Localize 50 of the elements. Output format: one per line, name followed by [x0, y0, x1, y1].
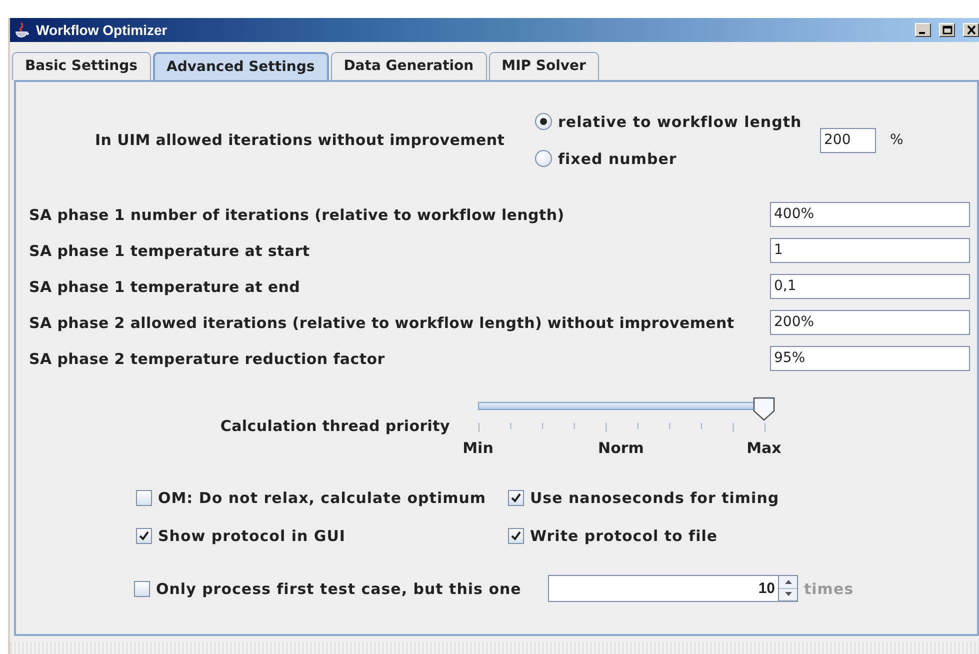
- input-field[interactable]: 95%: [770, 346, 970, 371]
- setting-label: SA phase 1 number of iterations (relative to workflow length): [29, 206, 564, 224]
- setting-label: SA phase 2 temperature reduction factor: [29, 350, 385, 368]
- tick-label: Min: [462, 439, 494, 457]
- input-field[interactable]: 200%: [770, 310, 970, 335]
- checkbox-label: Only process first test case, but this one: [156, 580, 522, 598]
- tick-label: Max: [746, 439, 782, 457]
- input-field[interactable]: 0,1: [770, 274, 970, 299]
- checkbox[interactable]: [508, 490, 524, 506]
- caret-up-icon: [784, 580, 792, 584]
- radio-label: fixed number: [558, 150, 677, 168]
- spin-down-button[interactable]: [779, 588, 797, 601]
- input-field[interactable]: 200: [820, 128, 876, 152]
- unit-label: %: [890, 132, 904, 148]
- cup-icon: [14, 22, 30, 38]
- setting-label: SA phase 1 temperature at start: [29, 242, 310, 260]
- maximize-button[interactable]: [939, 23, 955, 37]
- close-icon: [966, 25, 976, 35]
- checkbox-label: Show protocol in GUI: [158, 527, 346, 545]
- setting-label: SA phase 2 allowed iterations (relative to workflow length) without improvement: [29, 314, 734, 332]
- setting-label: SA phase 1 temperature at end: [29, 278, 300, 296]
- unit-label: times: [804, 580, 854, 598]
- radio-button[interactable]: [535, 113, 552, 130]
- tab[interactable]: Basic Settings: [12, 52, 151, 80]
- tab[interactable]: MIP Solver: [488, 52, 599, 80]
- spin-up-button[interactable]: [779, 576, 797, 588]
- tick-label: Norm: [598, 439, 644, 457]
- spinner-field[interactable]: 10: [548, 575, 798, 602]
- checkbox[interactable]: [136, 528, 152, 544]
- input-field[interactable]: 400%: [770, 202, 970, 227]
- minimize-icon: [919, 32, 925, 34]
- window-title: Workflow Optimizer: [36, 22, 168, 38]
- checkbox-label: Use nanoseconds for timing: [530, 489, 780, 507]
- slider-thumb[interactable]: [753, 397, 775, 421]
- input-field[interactable]: 1: [770, 238, 970, 263]
- tab[interactable]: Data Generation: [330, 52, 487, 80]
- close-button[interactable]: [963, 23, 979, 37]
- minimize-button[interactable]: [915, 23, 931, 37]
- checkbox-label: Write protocol to file: [530, 527, 718, 545]
- radio-label: relative to workflow length: [558, 112, 802, 130]
- checkbox[interactable]: [136, 490, 152, 506]
- tab[interactable]: Advanced Settings: [152, 52, 329, 80]
- radio-button[interactable]: [535, 150, 552, 167]
- checkbox[interactable]: [134, 580, 150, 596]
- checkbox-label: OM: Do not relax, calculate optimum: [158, 489, 486, 507]
- caret-down-icon: [784, 592, 792, 596]
- maximize-icon: [942, 25, 952, 35]
- setting-label: In UIM allowed iterations without improvement: [95, 131, 506, 149]
- slider-label: Calculation thread priority: [219, 417, 450, 435]
- checkbox[interactable]: [508, 528, 524, 544]
